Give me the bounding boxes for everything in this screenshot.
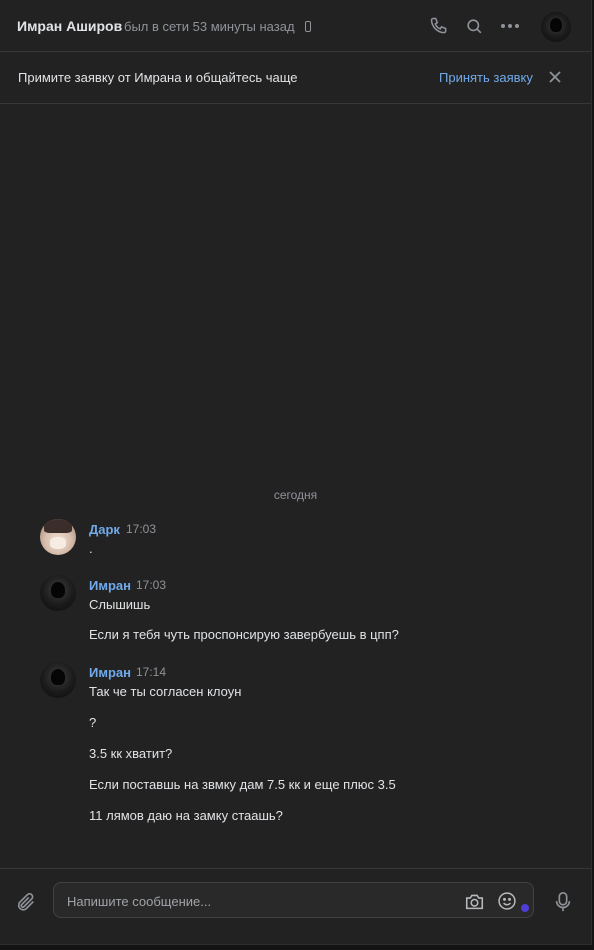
contact-name[interactable]: Имран Аширов bbox=[17, 18, 122, 34]
close-icon[interactable] bbox=[548, 70, 562, 84]
message-input-placeholder: Напишите сообщение... bbox=[67, 894, 212, 909]
day-separator: сегодня bbox=[273, 488, 318, 502]
unread-indicator bbox=[521, 904, 529, 912]
search-icon[interactable] bbox=[463, 15, 485, 37]
message-time: 17:03 bbox=[126, 522, 157, 536]
message-text: 11 лямов даю на замку стаашь? bbox=[89, 808, 283, 823]
friend-request-banner: Примите заявку от Имрана и общайтесь чащ… bbox=[0, 52, 591, 104]
header-avatar[interactable] bbox=[541, 12, 571, 42]
message-text: Так че ты согласен клоун bbox=[89, 684, 242, 699]
avatar[interactable] bbox=[40, 662, 76, 698]
attach-icon[interactable] bbox=[14, 890, 38, 914]
message-text: Слышишь bbox=[89, 597, 151, 612]
message-text: . bbox=[89, 541, 93, 556]
message-author[interactable]: Дарк bbox=[89, 522, 120, 537]
message-time: 17:03 bbox=[136, 578, 167, 592]
camera-icon[interactable] bbox=[463, 890, 485, 912]
more-options-icon[interactable] bbox=[499, 15, 521, 37]
message-text: 3.5 кк хватит? bbox=[89, 746, 173, 761]
microphone-icon[interactable] bbox=[552, 890, 574, 914]
message-text: Если поставшь на звмку дам 7.5 кк и еще … bbox=[89, 777, 396, 792]
message-author[interactable]: Имран bbox=[89, 578, 131, 593]
contact-status: был в сети 53 минуты назад bbox=[124, 19, 295, 34]
message-composer: Напишите сообщение... bbox=[0, 868, 591, 944]
avatar[interactable] bbox=[40, 519, 76, 555]
emoji-icon[interactable] bbox=[496, 890, 518, 912]
chat-header: Имран Аширов был в сети 53 минуты назад bbox=[0, 0, 591, 52]
message-text: Если я тебя чуть проспонсирую завербуешь… bbox=[89, 627, 399, 642]
banner-text: Примите заявку от Имрана и общайтесь чащ… bbox=[18, 70, 298, 85]
message-time: 17:14 bbox=[136, 665, 167, 679]
message-author[interactable]: Имран bbox=[89, 665, 131, 680]
message-text: ? bbox=[89, 715, 97, 730]
message-input[interactable]: Напишите сообщение... bbox=[53, 882, 534, 918]
accept-request-link[interactable]: Принять заявку bbox=[439, 70, 533, 85]
mobile-device-icon bbox=[305, 21, 311, 32]
avatar[interactable] bbox=[40, 575, 76, 611]
phone-call-icon[interactable] bbox=[428, 15, 450, 37]
chat-window: Имран Аширов был в сети 53 минуты назад … bbox=[0, 0, 592, 945]
